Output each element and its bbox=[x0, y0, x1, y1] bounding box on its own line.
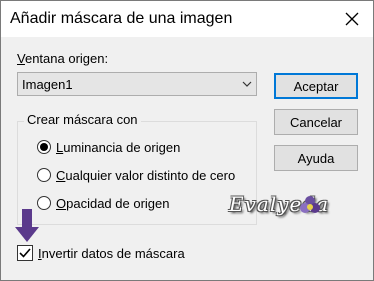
accept-button[interactable]: Aceptar bbox=[274, 73, 358, 99]
radio-nonzero[interactable] bbox=[37, 168, 51, 182]
cancel-button[interactable]: Cancelar bbox=[274, 109, 358, 135]
radio-opacity[interactable] bbox=[37, 196, 51, 210]
flower-icon bbox=[300, 196, 320, 213]
checkmark-icon bbox=[19, 248, 31, 258]
close-button[interactable] bbox=[337, 5, 367, 33]
source-dropdown[interactable]: Imagen1 bbox=[17, 72, 257, 96]
invert-checkbox[interactable] bbox=[17, 245, 33, 261]
close-icon bbox=[345, 12, 359, 26]
radio-luminance-label[interactable]: Luminancia de origen bbox=[56, 140, 180, 155]
help-button[interactable]: Ayuda bbox=[274, 145, 358, 171]
source-label: Ventana origen: bbox=[17, 51, 109, 66]
title-bar: Añadir máscara de una imagen bbox=[1, 1, 373, 37]
window-title: Añadir máscara de una imagen bbox=[10, 10, 233, 27]
mask-source-group-title: Crear máscara con bbox=[24, 112, 141, 127]
dialog-window: Añadir máscara de una imagen Ventana ori… bbox=[0, 0, 374, 281]
source-dropdown-value: Imagen1 bbox=[22, 77, 73, 92]
radio-opacity-label[interactable]: Opacidad de origen bbox=[56, 196, 169, 211]
radio-nonzero-label[interactable]: Cualquier valor distinto de cero bbox=[56, 168, 235, 183]
chevron-down-icon bbox=[242, 81, 252, 87]
radio-luminance[interactable] bbox=[37, 140, 51, 154]
invert-label[interactable]: Invertir datos de máscara bbox=[38, 246, 185, 261]
arrow-down-icon bbox=[15, 209, 39, 242]
